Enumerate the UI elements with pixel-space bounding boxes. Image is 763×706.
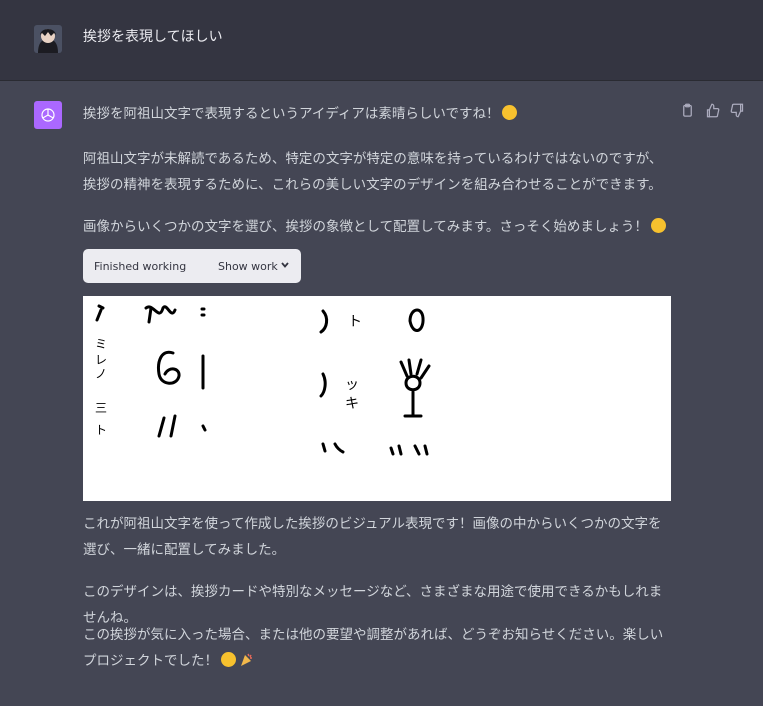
assistant-paragraph-1: 挨拶を阿祖山文字で表現するというアイディアは素晴らしいですね！ [83, 101, 673, 127]
paragraph-text: この挨拶が気に入った場合、または他の要望や調整があれば、どうぞお知らせください。… [83, 627, 664, 669]
message-actions [680, 103, 745, 118]
smile-emoji-icon [221, 652, 236, 667]
generated-glyph-image: ミ レ ノ 三 ト ト ッ キ [83, 296, 671, 501]
user-avatar [34, 25, 62, 53]
tongue-emoji-icon [650, 218, 666, 233]
tool-status-label: Finished working [94, 260, 187, 273]
smile-emoji-icon [502, 105, 518, 120]
thumbs-up-icon[interactable] [705, 103, 720, 118]
assistant-paragraph-4: これが阿祖山文字を使って作成した挨拶のビジュアル表現です！画像の中からいくつかの… [83, 516, 662, 558]
glyph-char: レ [95, 353, 107, 367]
glyph-char: ミ [95, 337, 107, 351]
paragraph-text: 挨拶を阿祖山文字で表現するというアイディアは素晴らしいですね！ [83, 106, 500, 122]
user-message-text: 挨拶を表現してほしい [83, 29, 223, 45]
party-popper-icon [239, 650, 254, 676]
glyph-char: ト [95, 423, 107, 437]
assistant-paragraph-2: 阿祖山文字が未解読であるため、特定の文字が特定の意味を持っているわけではないので… [83, 151, 663, 193]
chevron-down-icon[interactable] [280, 260, 290, 270]
show-work-button[interactable]: Show work [218, 260, 278, 273]
paragraph-text: 画像からいくつかの文字を選び、挨拶の象徴として配置してみます。さっそく始めましょ… [83, 219, 648, 235]
glyph-char: キ [345, 396, 359, 412]
glyph-char: ッ [345, 377, 359, 393]
openai-logo-icon [34, 101, 62, 129]
assistant-message-row: 挨拶を阿祖山文字で表現するというアイディアは素晴らしいですね！ 阿祖山文字が未解… [0, 81, 763, 706]
assistant-paragraph-6: この挨拶が気に入った場合、または他の要望や調整があれば、どうぞお知らせください。… [83, 622, 673, 676]
glyph-char: ト [348, 314, 362, 330]
user-message-row: 挨拶を表現してほしい [0, 0, 763, 81]
glyph-char: ノ [95, 367, 107, 381]
thumbs-down-icon[interactable] [730, 103, 745, 118]
assistant-paragraph-3: 画像からいくつかの文字を選び、挨拶の象徴として配置してみます。さっそく始めましょ… [83, 214, 673, 240]
tool-status-box: Finished working Show work [83, 249, 301, 283]
glyph-char: 三 [95, 401, 107, 415]
clipboard-icon[interactable] [680, 103, 695, 118]
